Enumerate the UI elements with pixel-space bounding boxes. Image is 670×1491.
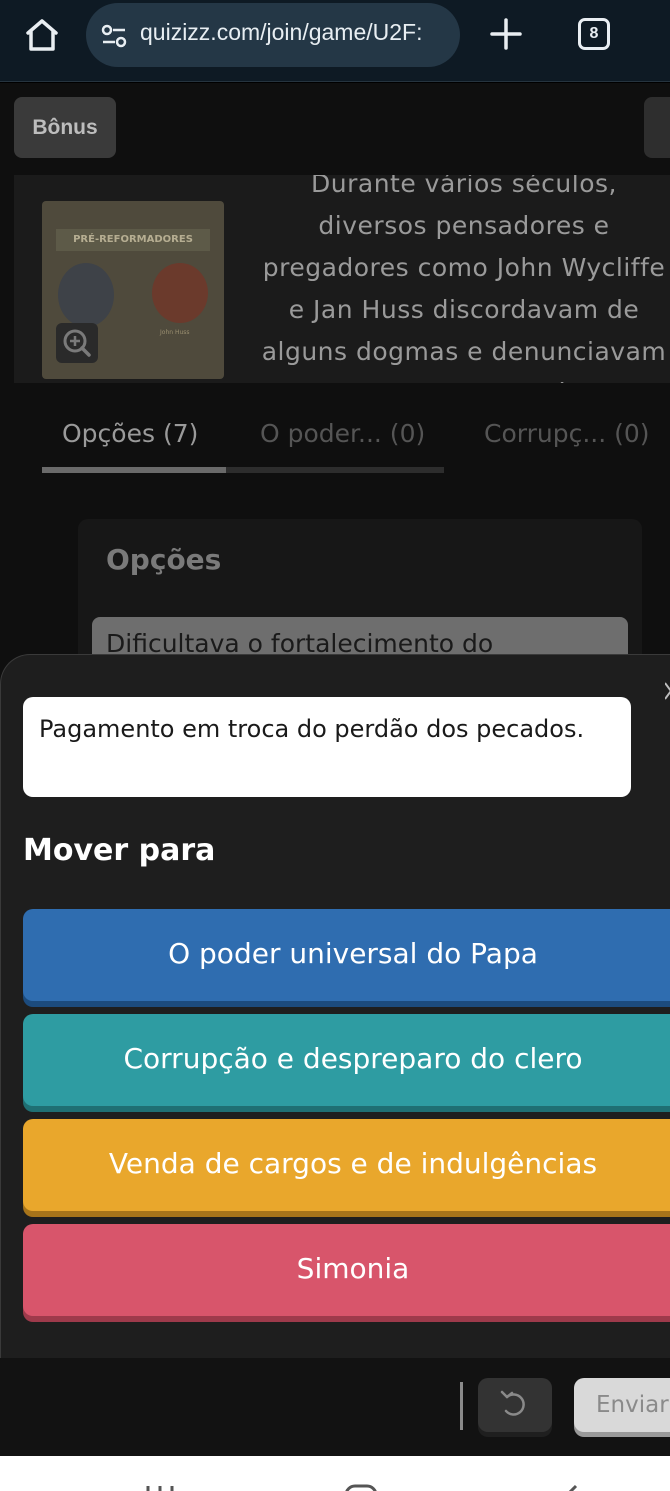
image-subcaption: John Huss — [160, 329, 190, 336]
new-tab-button[interactable] — [488, 16, 524, 52]
sheet-close-icon[interactable] — [664, 681, 670, 701]
image-caption: PRÉ-REFORMADORES — [56, 229, 210, 251]
move-to-simony-button[interactable]: Simonia — [23, 1224, 670, 1316]
tab-options[interactable]: Opções (7) — [62, 419, 198, 448]
question-card: PRÉ-REFORMADORES John Huss Durante vário… — [14, 175, 670, 383]
plus-icon — [490, 18, 522, 50]
options-panel-title: Opções — [106, 543, 222, 576]
site-info-icon[interactable] — [100, 23, 128, 49]
category-tabs: Opções (7) O poder... (0) Corrupç... (0) — [14, 403, 670, 473]
question-image[interactable]: PRÉ-REFORMADORES John Huss — [42, 201, 224, 379]
system-nav-bar — [0, 1456, 670, 1491]
action-divider — [460, 1382, 463, 1430]
zoom-in-icon[interactable] — [56, 323, 98, 363]
bonus-button[interactable]: Bônus — [14, 97, 116, 158]
undo-icon — [500, 1390, 525, 1416]
move-to-papal-power-button[interactable]: O poder universal do Papa — [23, 909, 670, 1001]
tab-active-indicator — [42, 467, 226, 473]
browser-toolbar: quizizz.com/join/game/U2F: 8 — [0, 0, 670, 82]
tab-papal-power[interactable]: O poder... (0) — [260, 419, 425, 448]
submit-button[interactable]: Enviar — [574, 1378, 670, 1432]
action-bar: Enviar — [0, 1358, 670, 1456]
undo-button[interactable] — [478, 1378, 552, 1432]
move-to-heading: Mover para — [23, 833, 216, 868]
move-to-sheet: Pagamento em troca do perdão dos pecados… — [0, 654, 670, 1358]
selected-option-card: Pagamento em troca do perdão dos pecados… — [23, 697, 631, 797]
system-nav-icons — [146, 1484, 578, 1491]
top-right-chip[interactable] — [644, 97, 670, 158]
move-to-clergy-corruption-button[interactable]: Corrupção e despreparo do clero — [23, 1014, 670, 1106]
url-text: quizizz.com/join/game/U2F: — [140, 19, 423, 45]
home-icon[interactable] — [22, 18, 62, 52]
tabs-icon[interactable]: 8 — [578, 18, 610, 50]
tab-corruption[interactable]: Corrupç... (0) — [484, 419, 650, 448]
address-bar[interactable]: quizizz.com/join/game/U2F: — [86, 3, 460, 67]
question-text: Durante vários séculos, diversos pensado… — [261, 175, 667, 383]
portrait-right — [152, 263, 208, 323]
portrait-left — [58, 263, 114, 327]
move-to-indulgences-button[interactable]: Venda de cargos e de indulgências — [23, 1119, 670, 1211]
